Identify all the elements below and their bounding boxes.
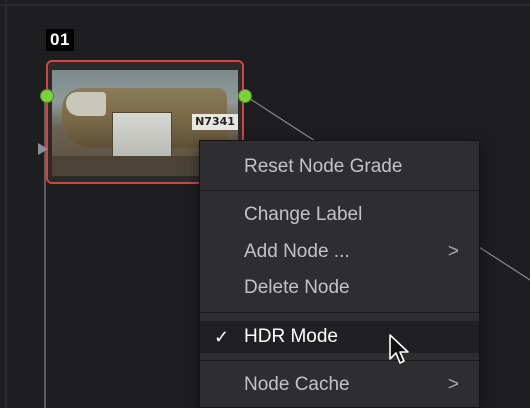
menu-item-label: Delete Node [244,277,350,298]
menu-separator [200,190,479,191]
node-context-menu: Reset Node Grade Change Label Add Node .… [199,140,480,408]
menu-item-node-cache[interactable]: Node Cache > [200,369,479,401]
menu-item-add-node[interactable]: Add Node ... > [200,236,479,268]
menu-item-label: HDR Mode [244,326,338,347]
node-editor-canvas[interactable]: 01 N7341 Reset Node Grade Change Label A… [0,0,530,408]
chevron-right-icon: > [447,374,459,395]
menu-item-label: Change Label [244,204,363,225]
menu-separator [200,360,479,361]
menu-item-hdr-mode[interactable]: ✓ HDR Mode [200,321,479,353]
node-number-label: 01 [46,29,74,51]
menu-item-label: Add Node ... [244,241,350,262]
rgb-output-port[interactable] [238,89,252,103]
menu-item-change-label[interactable]: Change Label [200,199,479,231]
thumbnail-helicopter-window [66,92,106,116]
rgb-input-port[interactable] [40,89,54,103]
thumbnail-registration-text: N7341 [192,114,238,130]
thumbnail-helicopter-door [112,112,172,160]
checkmark-icon: ✓ [214,327,230,347]
menu-item-delete-node[interactable]: Delete Node [200,272,479,304]
menu-item-reset-node-grade[interactable]: Reset Node Grade [200,151,479,183]
key-input-port[interactable] [38,143,48,155]
menu-separator [200,312,479,313]
menu-item-label: Reset Node Grade [244,156,403,177]
mouse-pointer-icon [389,334,409,364]
menu-item-label: Node Cache [244,374,350,395]
chevron-right-icon: > [447,241,459,262]
